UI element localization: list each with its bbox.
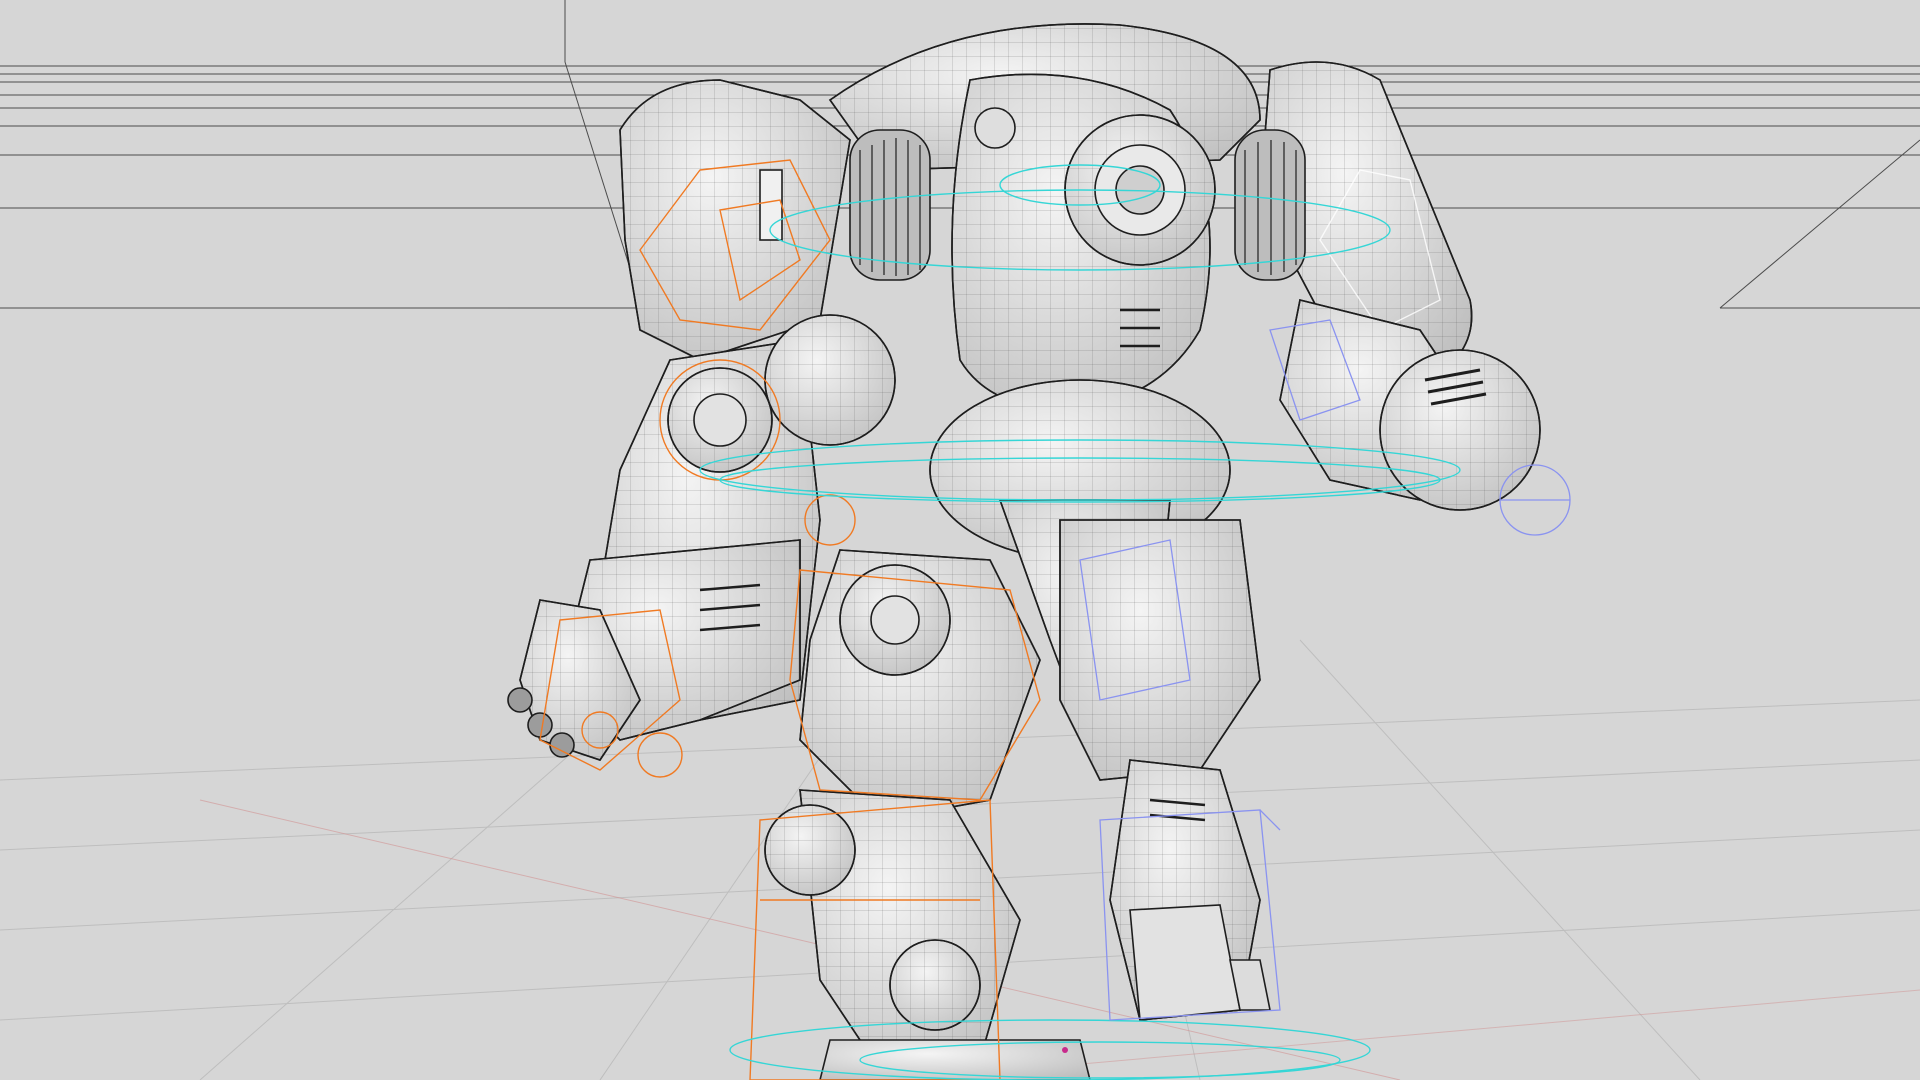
left-shoulder-gear[interactable] xyxy=(849,129,931,281)
chest-bolt[interactable] xyxy=(974,107,1016,149)
right-foot[interactable] xyxy=(1129,904,1241,1021)
selection-origin-marker[interactable] xyxy=(1062,1047,1068,1053)
left-finger-1[interactable] xyxy=(507,687,533,713)
left-finger-3[interactable] xyxy=(549,732,575,758)
left-finger-2[interactable] xyxy=(527,712,553,738)
robot-model[interactable] xyxy=(507,23,1541,1080)
3d-viewport[interactable] xyxy=(0,0,1920,1080)
viewport-canvas[interactable] xyxy=(0,0,1920,1080)
